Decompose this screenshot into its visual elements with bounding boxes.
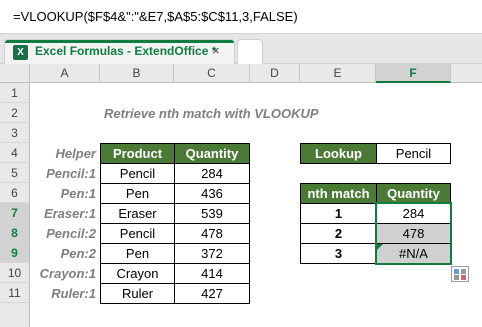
result-cell[interactable]: 478 (376, 223, 451, 244)
row-header-3[interactable]: 3 (0, 123, 30, 143)
quick-analysis-icon-part (454, 275, 459, 280)
result-quantity-header[interactable]: Quantity (376, 183, 451, 204)
product-header[interactable]: Product (100, 143, 175, 164)
quantity-cell[interactable]: 539 (174, 203, 250, 224)
nth-cell[interactable]: 1 (300, 203, 377, 224)
quick-analysis-icon (454, 269, 459, 274)
helper-cell[interactable]: Ruler:1 (30, 283, 100, 303)
tab-accent (5, 40, 234, 43)
helper-cell[interactable]: Pen:2 (30, 243, 100, 263)
helper-cell[interactable]: Eraser:1 (30, 203, 100, 223)
row-header-7[interactable]: 7 (0, 203, 30, 223)
row-header-9[interactable]: 9 (0, 243, 30, 263)
product-cell[interactable]: Pencil (100, 223, 175, 244)
helper-cell[interactable]: Crayon:1 (30, 263, 100, 283)
product-cell[interactable]: Pen (100, 243, 175, 264)
tab-title: Excel Formulas - ExtendOffice * (35, 44, 217, 58)
column-header-b[interactable]: B (100, 64, 174, 83)
nth-match-header[interactable]: nth match (300, 183, 377, 204)
quantity-header[interactable]: Quantity (174, 143, 250, 164)
formula-text[interactable]: =VLOOKUP($F$4&":"&E7,$A$5:$C$11,3,FALSE) (13, 9, 298, 24)
row-header-1[interactable]: 1 (0, 83, 30, 103)
result-cell-error[interactable]: #N/A (376, 243, 451, 264)
column-header-d[interactable]: D (250, 64, 300, 83)
nth-cell[interactable]: 2 (300, 223, 377, 244)
column-header-blank (451, 64, 482, 83)
product-cell[interactable]: Eraser (100, 203, 175, 224)
helper-header[interactable]: Helper (30, 143, 100, 163)
helper-cell[interactable]: Pen:1 (30, 183, 100, 203)
product-cell[interactable]: Ruler (100, 283, 175, 304)
row-header-10[interactable]: 10 (0, 263, 30, 283)
quantity-cell[interactable]: 436 (174, 183, 250, 204)
quantity-cell[interactable]: 372 (174, 243, 250, 264)
column-header-f[interactable]: F (376, 64, 451, 83)
spreadsheet-grid[interactable]: A B C D E F 1 2 3 4 5 6 7 8 9 10 11 Retr… (0, 64, 482, 327)
row-header-blank (0, 303, 30, 327)
excel-icon: X (13, 45, 28, 60)
error-indicator-icon (377, 244, 383, 250)
quick-analysis-icon-part (461, 275, 466, 280)
row-header-4[interactable]: 4 (0, 143, 30, 163)
new-tab-button[interactable] (237, 39, 263, 64)
product-cell[interactable]: Pencil (100, 163, 175, 184)
helper-cell[interactable]: Pencil:2 (30, 223, 100, 243)
close-icon[interactable]: × (212, 43, 220, 58)
quick-analysis-icon-part (461, 269, 466, 274)
sheet-title[interactable]: Retrieve nth match with VLOOKUP (104, 103, 319, 123)
row-header-5[interactable]: 5 (0, 163, 30, 183)
quantity-cell[interactable]: 414 (174, 263, 250, 284)
workbook-tab[interactable]: X Excel Formulas - ExtendOffice * × (4, 39, 235, 64)
quantity-cell[interactable]: 478 (174, 223, 250, 244)
formula-bar[interactable]: =VLOOKUP($F$4&":"&E7,$A$5:$C$11,3,FALSE) (0, 0, 482, 34)
column-header-e[interactable]: E (300, 64, 376, 83)
tab-bar: X Excel Formulas - ExtendOffice * × (0, 34, 482, 64)
result-cell-error-text: #N/A (399, 246, 428, 261)
quantity-cell[interactable]: 427 (174, 283, 250, 304)
nth-cell[interactable]: 3 (300, 243, 377, 264)
product-cell[interactable]: Crayon (100, 263, 175, 284)
lookup-label[interactable]: Lookup (300, 143, 377, 164)
row-header-8[interactable]: 8 (0, 223, 30, 243)
row-header-2[interactable]: 2 (0, 103, 30, 123)
row-header-11[interactable]: 11 (0, 283, 30, 303)
quantity-cell[interactable]: 284 (174, 163, 250, 184)
column-header-a[interactable]: A (30, 64, 100, 83)
select-all-corner[interactable] (0, 64, 30, 83)
result-cell[interactable]: 284 (376, 203, 451, 224)
quick-analysis-button[interactable] (451, 266, 469, 282)
column-header-c[interactable]: C (174, 64, 250, 83)
row-header-6[interactable]: 6 (0, 183, 30, 203)
helper-cell[interactable]: Pencil:1 (30, 163, 100, 183)
lookup-value[interactable]: Pencil (376, 143, 451, 164)
product-cell[interactable]: Pen (100, 183, 175, 204)
